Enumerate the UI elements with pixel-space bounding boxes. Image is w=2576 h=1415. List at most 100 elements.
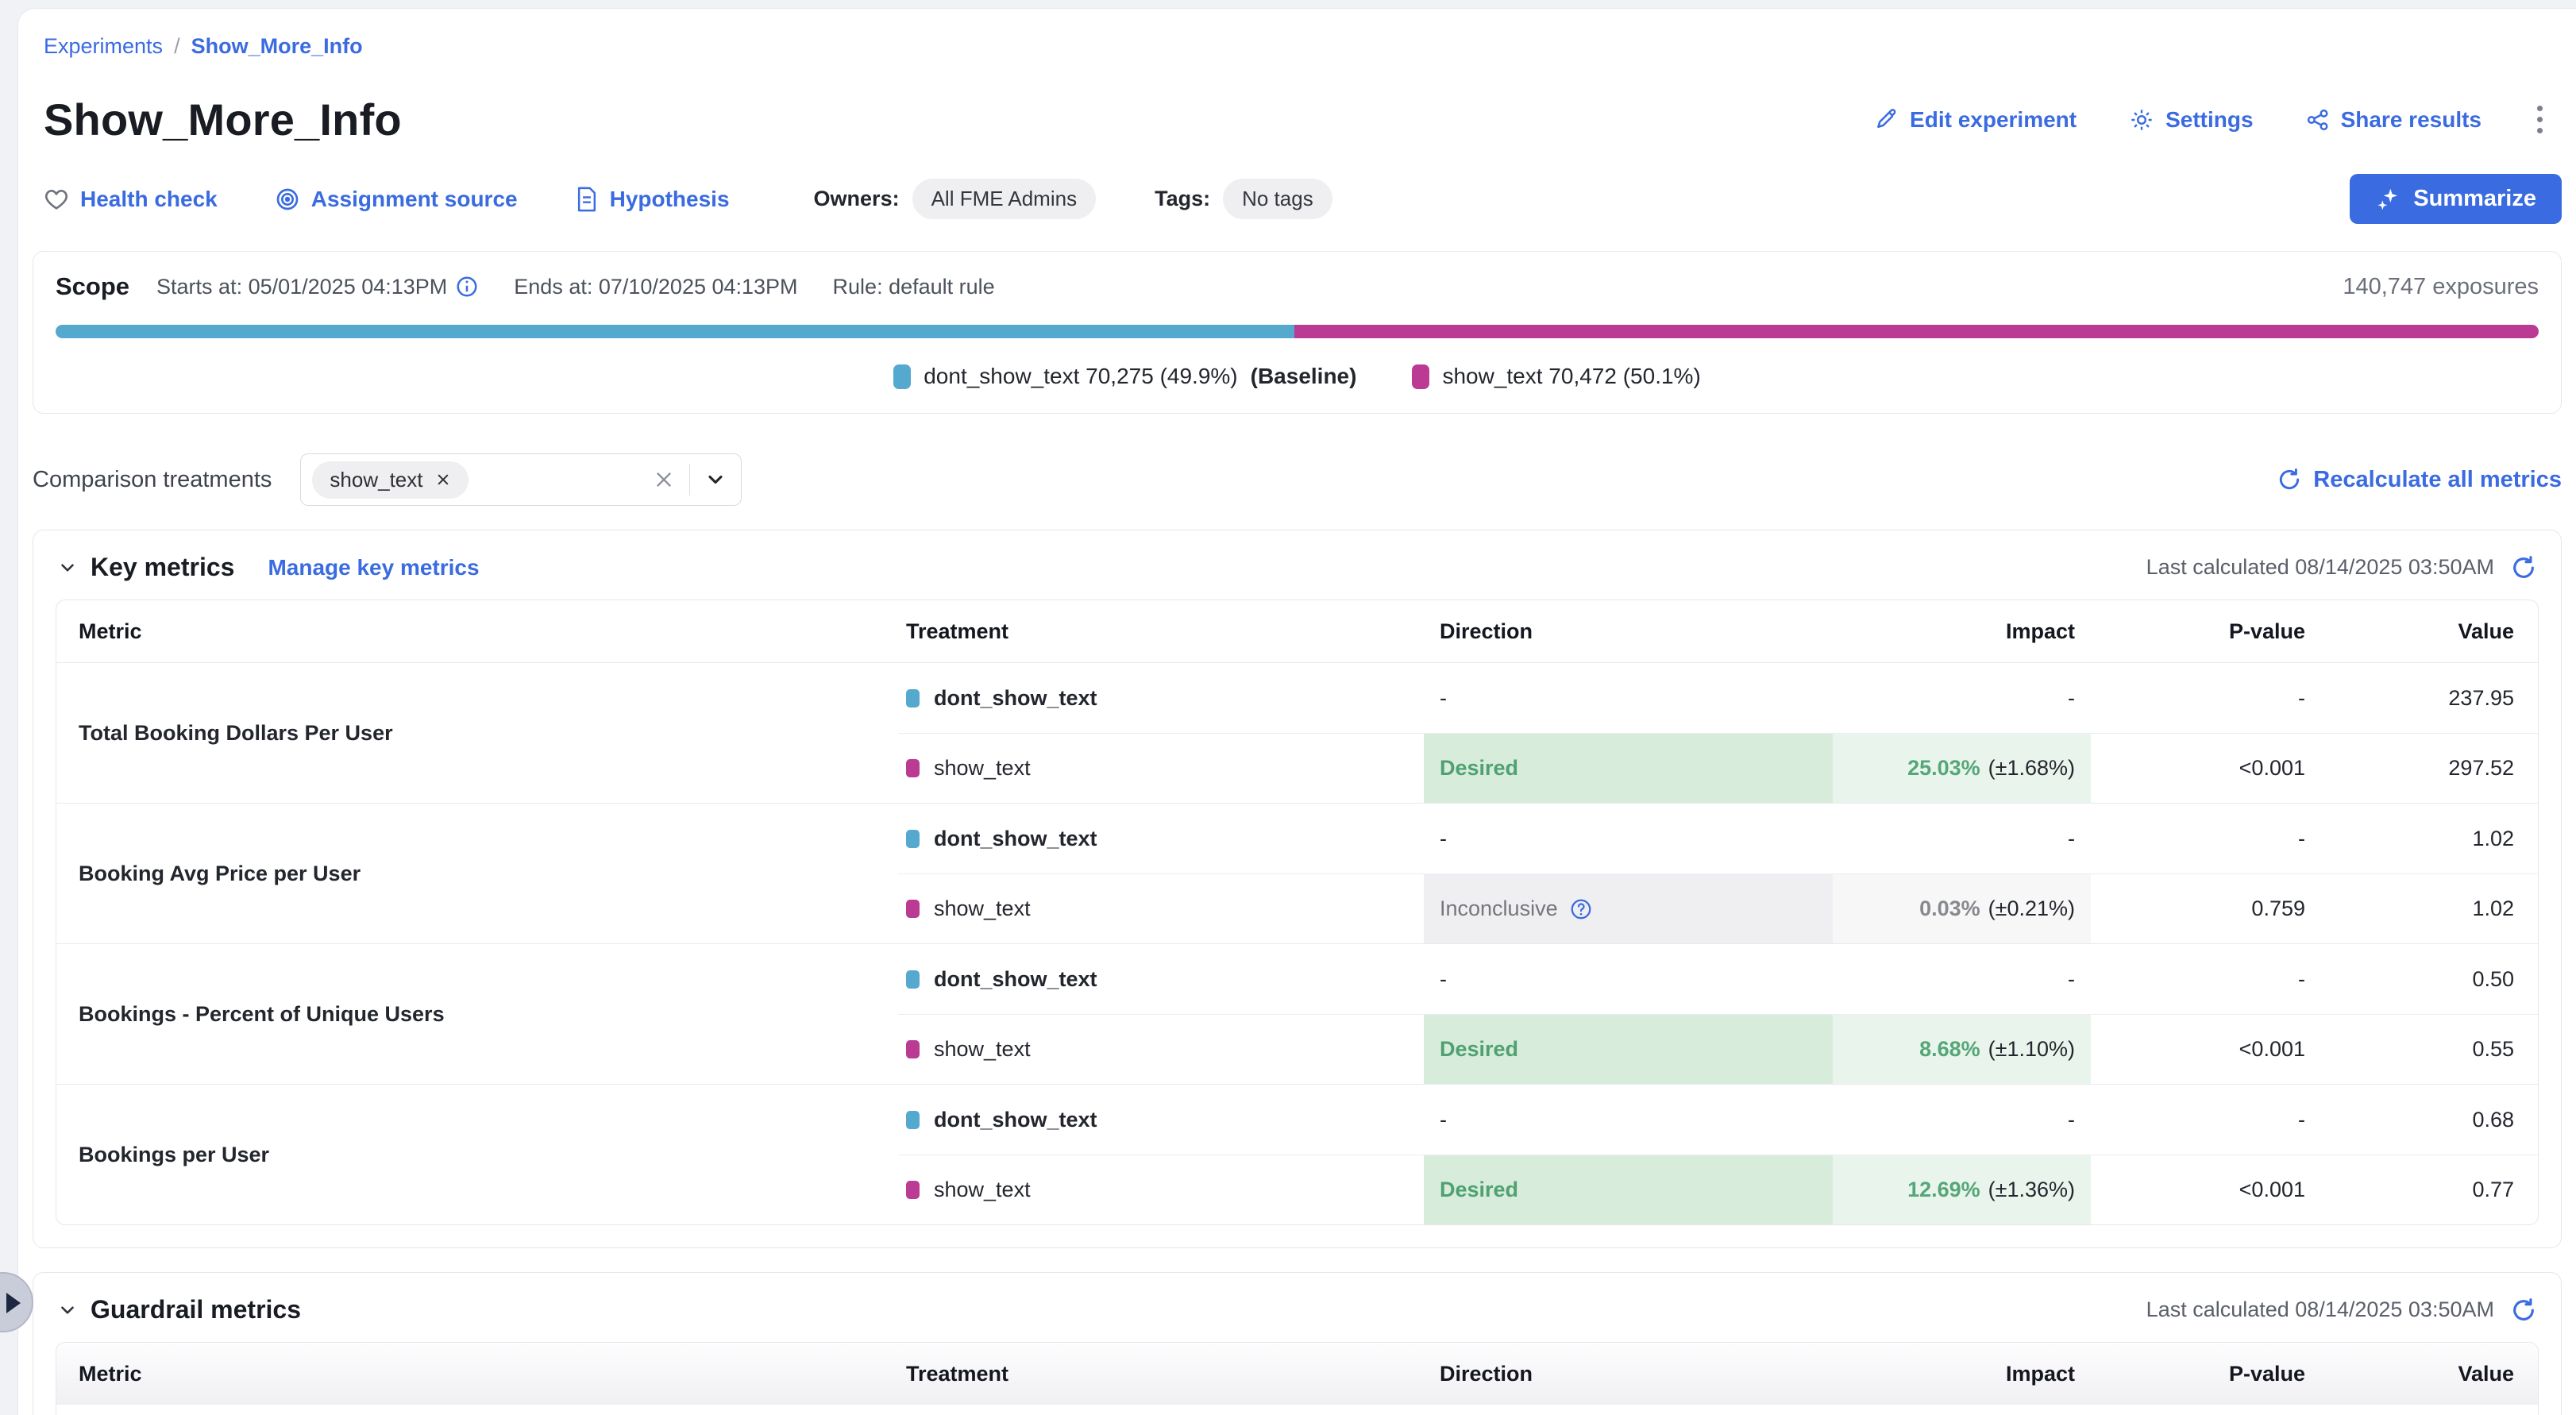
table-header-row: Metric Treatment Direction Impact P-valu… bbox=[56, 1343, 2538, 1405]
kebab-icon bbox=[2537, 106, 2543, 111]
key-metrics-title-text: Key metrics bbox=[91, 553, 234, 582]
impact-ci: (±1.68%) bbox=[1988, 756, 2075, 781]
baseline-swatch bbox=[906, 970, 920, 989]
assignment-source-label: Assignment source bbox=[311, 187, 518, 212]
metric-group-bookings-per-user: Bookings per User dont_show_text - - - 0… bbox=[56, 1084, 2538, 1224]
treatment-cell: show_text bbox=[898, 873, 1424, 943]
impact-cell: - bbox=[1833, 804, 2091, 873]
clear-all-icon[interactable] bbox=[653, 468, 675, 491]
scope-ends: Ends at: 07/10/2025 04:13PM bbox=[514, 275, 797, 299]
impact-cell: 12.69% (±1.36%) bbox=[1833, 1155, 2091, 1224]
key-metrics-header: Key metrics Manage key metrics Last calc… bbox=[56, 549, 2539, 600]
pvalue-cell: <0.001 bbox=[2091, 733, 2321, 803]
more-options-button[interactable] bbox=[2529, 101, 2551, 138]
column-header-pvalue: P-value bbox=[2091, 600, 2321, 662]
direction-badge: Inconclusive bbox=[1440, 896, 1558, 921]
comparison-treatments-select[interactable]: show_text bbox=[300, 453, 742, 506]
chip-remove-icon[interactable] bbox=[435, 472, 451, 488]
metric-link[interactable]: Bookings - Percent of Unique Users bbox=[56, 944, 898, 1084]
direction-cell: - bbox=[1424, 944, 1833, 1014]
breadcrumb-separator: / bbox=[174, 34, 180, 59]
refresh-icon[interactable] bbox=[2510, 554, 2537, 581]
exposures-count: 140,747 exposures bbox=[2343, 274, 2539, 300]
health-check-label: Health check bbox=[80, 187, 218, 212]
pvalue-cell: - bbox=[2091, 804, 2321, 873]
metric-link[interactable]: Booking Avg Price per User bbox=[56, 804, 898, 943]
recalculate-wrap: Recalculate all metrics bbox=[2277, 467, 2562, 493]
title-row: Show_More_Info Edit experiment Settings … bbox=[44, 94, 2562, 145]
title-actions: Edit experiment Settings Share results bbox=[1875, 101, 2562, 138]
direction-cell: Desired bbox=[1424, 733, 1833, 803]
manage-key-metrics-link[interactable]: Manage key metrics bbox=[268, 555, 479, 580]
refresh-icon[interactable] bbox=[2510, 1297, 2537, 1324]
treatment-name: show_text bbox=[934, 1178, 1031, 1202]
legend-baseline-suffix: (Baseline) bbox=[1251, 364, 1357, 389]
treatment-cell: dont_show_text bbox=[898, 663, 1424, 733]
test-swatch bbox=[906, 1181, 920, 1199]
comparison-row: Comparison treatments show_text Recalcul… bbox=[33, 453, 2562, 506]
breadcrumb-current-link[interactable]: Show_More_Info bbox=[191, 34, 363, 59]
last-calculated-text: Last calculated 08/14/2025 03:50AM bbox=[2146, 555, 2494, 580]
guardrail-last-calculated: Last calculated 08/14/2025 03:50AM bbox=[2146, 1297, 2537, 1324]
collapse-chevron-icon[interactable] bbox=[57, 1300, 78, 1321]
direction-badge: Desired bbox=[1440, 1178, 1518, 1202]
column-header-metric: Metric bbox=[56, 600, 898, 662]
hypothesis-link[interactable]: Hypothesis bbox=[575, 187, 730, 212]
impact-value: 25.03% bbox=[1907, 756, 1980, 781]
impact-cell: - bbox=[1833, 944, 2091, 1014]
treatment-chip[interactable]: show_text bbox=[312, 461, 469, 499]
direction-badge: Desired bbox=[1440, 756, 1518, 781]
column-header-value: Value bbox=[2321, 1343, 2538, 1405]
test-swatch bbox=[906, 900, 920, 918]
impact-ci: (±1.36%) bbox=[1988, 1178, 2075, 1202]
treatment-name: show_text bbox=[934, 756, 1031, 781]
exposure-bar bbox=[56, 325, 2539, 338]
summarize-button[interactable]: Summarize bbox=[2350, 174, 2562, 224]
settings-label: Settings bbox=[2165, 107, 2253, 133]
treatment-name: dont_show_text bbox=[934, 1108, 1097, 1132]
tags-chip[interactable]: No tags bbox=[1223, 179, 1332, 219]
page-title: Show_More_Info bbox=[44, 94, 402, 145]
treatment-chip-label: show_text bbox=[330, 468, 422, 492]
metric-link[interactable]: Bookings per User bbox=[56, 1085, 898, 1224]
column-header-pvalue: P-value bbox=[2091, 1343, 2321, 1405]
key-metrics-last-calculated: Last calculated 08/14/2025 03:50AM bbox=[2146, 554, 2537, 581]
owners-chip[interactable]: All FME Admins bbox=[912, 179, 1097, 219]
baseline-swatch bbox=[906, 1111, 920, 1129]
assignment-source-link[interactable]: Assignment source bbox=[275, 187, 518, 212]
pvalue-cell: - bbox=[2091, 944, 2321, 1014]
guardrail-metrics-table: Metric Treatment Direction Impact P-valu… bbox=[56, 1342, 2539, 1415]
health-check-link[interactable]: Health check bbox=[44, 187, 218, 212]
info-icon[interactable] bbox=[455, 275, 479, 299]
owners-label: Owners: bbox=[814, 187, 900, 211]
impact-cell: - bbox=[1833, 1085, 2091, 1155]
treatment-cell: dont_show_text bbox=[898, 944, 1424, 1014]
column-header-metric: Metric bbox=[56, 1343, 898, 1405]
impact-value: 0.03% bbox=[1919, 896, 1980, 921]
direction-cell: Desired bbox=[1424, 1014, 1833, 1084]
collapse-chevron-icon[interactable] bbox=[57, 557, 78, 578]
refresh-icon bbox=[2277, 467, 2302, 492]
value-cell: 0.55 bbox=[2321, 1014, 2538, 1084]
key-metrics-section: Key metrics Manage key metrics Last calc… bbox=[33, 530, 2562, 1248]
share-results-button[interactable]: Share results bbox=[2306, 107, 2482, 133]
column-header-direction: Direction bbox=[1424, 600, 1833, 662]
metric-group-booking-avg-price: Booking Avg Price per User dont_show_tex… bbox=[56, 803, 2538, 943]
direction-cell: - bbox=[1424, 804, 1833, 873]
target-icon bbox=[275, 187, 300, 212]
value-cell: 237.95 bbox=[2321, 663, 2538, 733]
recalculate-all-metrics-button[interactable]: Recalculate all metrics bbox=[2277, 467, 2562, 493]
settings-button[interactable]: Settings bbox=[2129, 107, 2253, 133]
legend-swatch-test bbox=[1412, 364, 1429, 389]
breadcrumb-experiments-link[interactable]: Experiments bbox=[44, 34, 163, 59]
test-swatch bbox=[906, 1040, 920, 1058]
chevron-down-icon[interactable] bbox=[704, 468, 727, 491]
column-header-treatment: Treatment bbox=[898, 1343, 1424, 1405]
baseline-swatch bbox=[906, 689, 920, 708]
edit-experiment-button[interactable]: Edit experiment bbox=[1875, 107, 2077, 133]
metric-link[interactable]: Total Booking Dollars Per User bbox=[56, 663, 898, 803]
metric-group-bookings-percent-unique: Bookings - Percent of Unique Users dont_… bbox=[56, 943, 2538, 1084]
heart-icon bbox=[44, 187, 69, 212]
help-icon[interactable] bbox=[1569, 897, 1593, 921]
summarize-label: Summarize bbox=[2413, 186, 2536, 212]
